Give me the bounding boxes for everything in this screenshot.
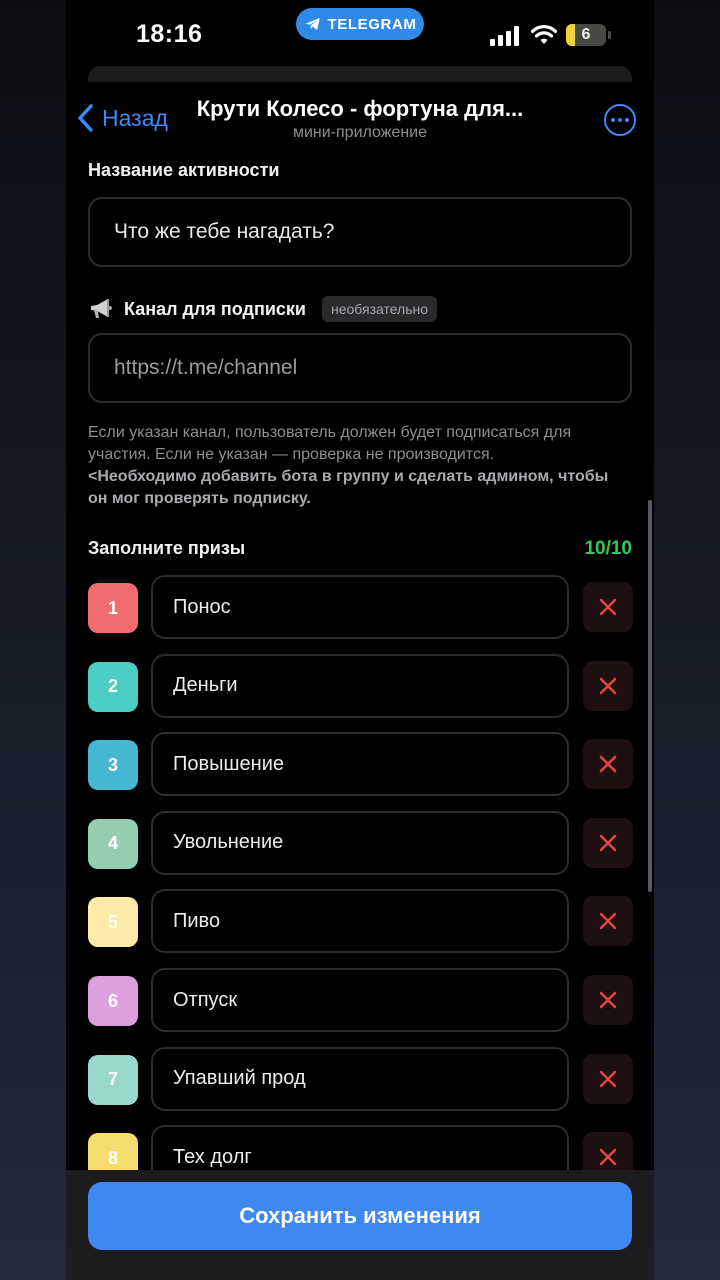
background-right [654,0,720,1280]
delete-prize-button[interactable] [583,739,633,790]
prize-number-badge: 6 [88,976,138,1026]
clock: 18:16 [136,20,203,48]
channel-hint: Если указан канал, пользователь должен б… [88,422,632,510]
wifi-icon [530,25,558,44]
dot-icon [625,118,629,122]
delete-prize-button[interactable] [583,817,633,868]
prize-row: 4 Увольнение [88,810,633,875]
prize-number-badge: 3 [88,740,138,791]
channel-hint-text: Если указан канал, пользователь должен б… [88,424,572,463]
telegram-icon [305,18,320,30]
prize-row: 6 Отпуск [88,968,633,1032]
battery-fill [566,24,575,46]
chevron-left-icon [78,104,93,132]
prize-number-badge: 7 [88,1054,138,1105]
prize-number-badge: 5 [88,897,138,948]
delete-prize-button[interactable] [583,660,633,711]
prize-name-input[interactable]: Деньги [151,653,569,718]
page-subtitle: мини-приложение [292,124,428,141]
back-button[interactable]: Назад [76,100,168,136]
activity-name-input[interactable]: Что же тебе нагадать? [88,197,632,267]
prize-name-input[interactable]: Повышение [151,732,569,797]
telegram-pill-label: TELEGRAM [327,15,417,33]
back-label: Назад [102,104,168,131]
prize-row: 2 Деньги [88,653,633,718]
close-icon [599,755,617,773]
megaphone-icon [91,299,112,318]
prize-name-input[interactable]: Увольнение [151,810,569,875]
phone-screen: 18:16 TELEGRAM 6 Назад Крути Колесо - фо… [66,0,654,1280]
telegram-pill[interactable]: TELEGRAM [296,8,424,40]
prize-name-input[interactable]: Отпуск [151,968,569,1032]
close-icon [599,913,617,930]
prize-row: 5 Пиво [88,889,633,954]
cellular-signal-icon [490,26,519,46]
prizes-count: 10/10 [584,538,632,559]
save-changes-button[interactable]: Сохранить изменения [88,1182,632,1250]
battery-icon: 6 [566,24,606,46]
close-icon [599,598,617,616]
channel-label-row: Канал для подписки необязательно [88,294,438,324]
background-left [0,0,66,1280]
prize-number-badge: 2 [88,661,138,712]
activity-name-label: Название активности [88,160,280,180]
delete-prize-button[interactable] [583,896,633,947]
channel-input[interactable]: https://t.me/channel [88,333,632,403]
optional-badge: необязательно [321,296,438,322]
close-icon [599,1070,617,1087]
prize-row: 1 Понос [88,575,633,639]
prize-number-badge: 1 [88,583,138,633]
dot-icon [618,118,622,122]
dot-icon [611,118,615,122]
sheet-handle-area [88,66,632,82]
prize-number-badge: 4 [88,818,138,869]
prizes-label: Заполните призы [88,538,246,558]
battery-level: 6 [581,26,591,43]
close-icon [599,1148,617,1166]
prize-row: 3 Повышение [88,732,633,797]
scrollbar[interactable] [648,500,652,892]
channel-hint-bold: <Необходимо добавить бота в группу и сде… [88,468,609,507]
delete-prize-button[interactable] [583,582,633,632]
battery-tip [608,31,611,39]
close-icon [599,834,617,852]
prize-name-input[interactable]: Понос [151,575,569,639]
close-icon [599,991,617,1009]
close-icon [599,677,617,694]
channel-label: Канал для подписки [124,298,306,319]
delete-prize-button[interactable] [583,975,633,1025]
prize-row: 7 Упавший прод [88,1046,633,1111]
page-title: Крути Колесо - фортуна для... [196,96,524,121]
prize-name-input[interactable]: Упавший прод [151,1046,569,1111]
delete-prize-button[interactable] [583,1053,633,1104]
prize-name-input[interactable]: Пиво [151,889,569,954]
status-bar: 18:16 TELEGRAM 6 [66,0,654,64]
more-options-button[interactable] [604,104,636,136]
